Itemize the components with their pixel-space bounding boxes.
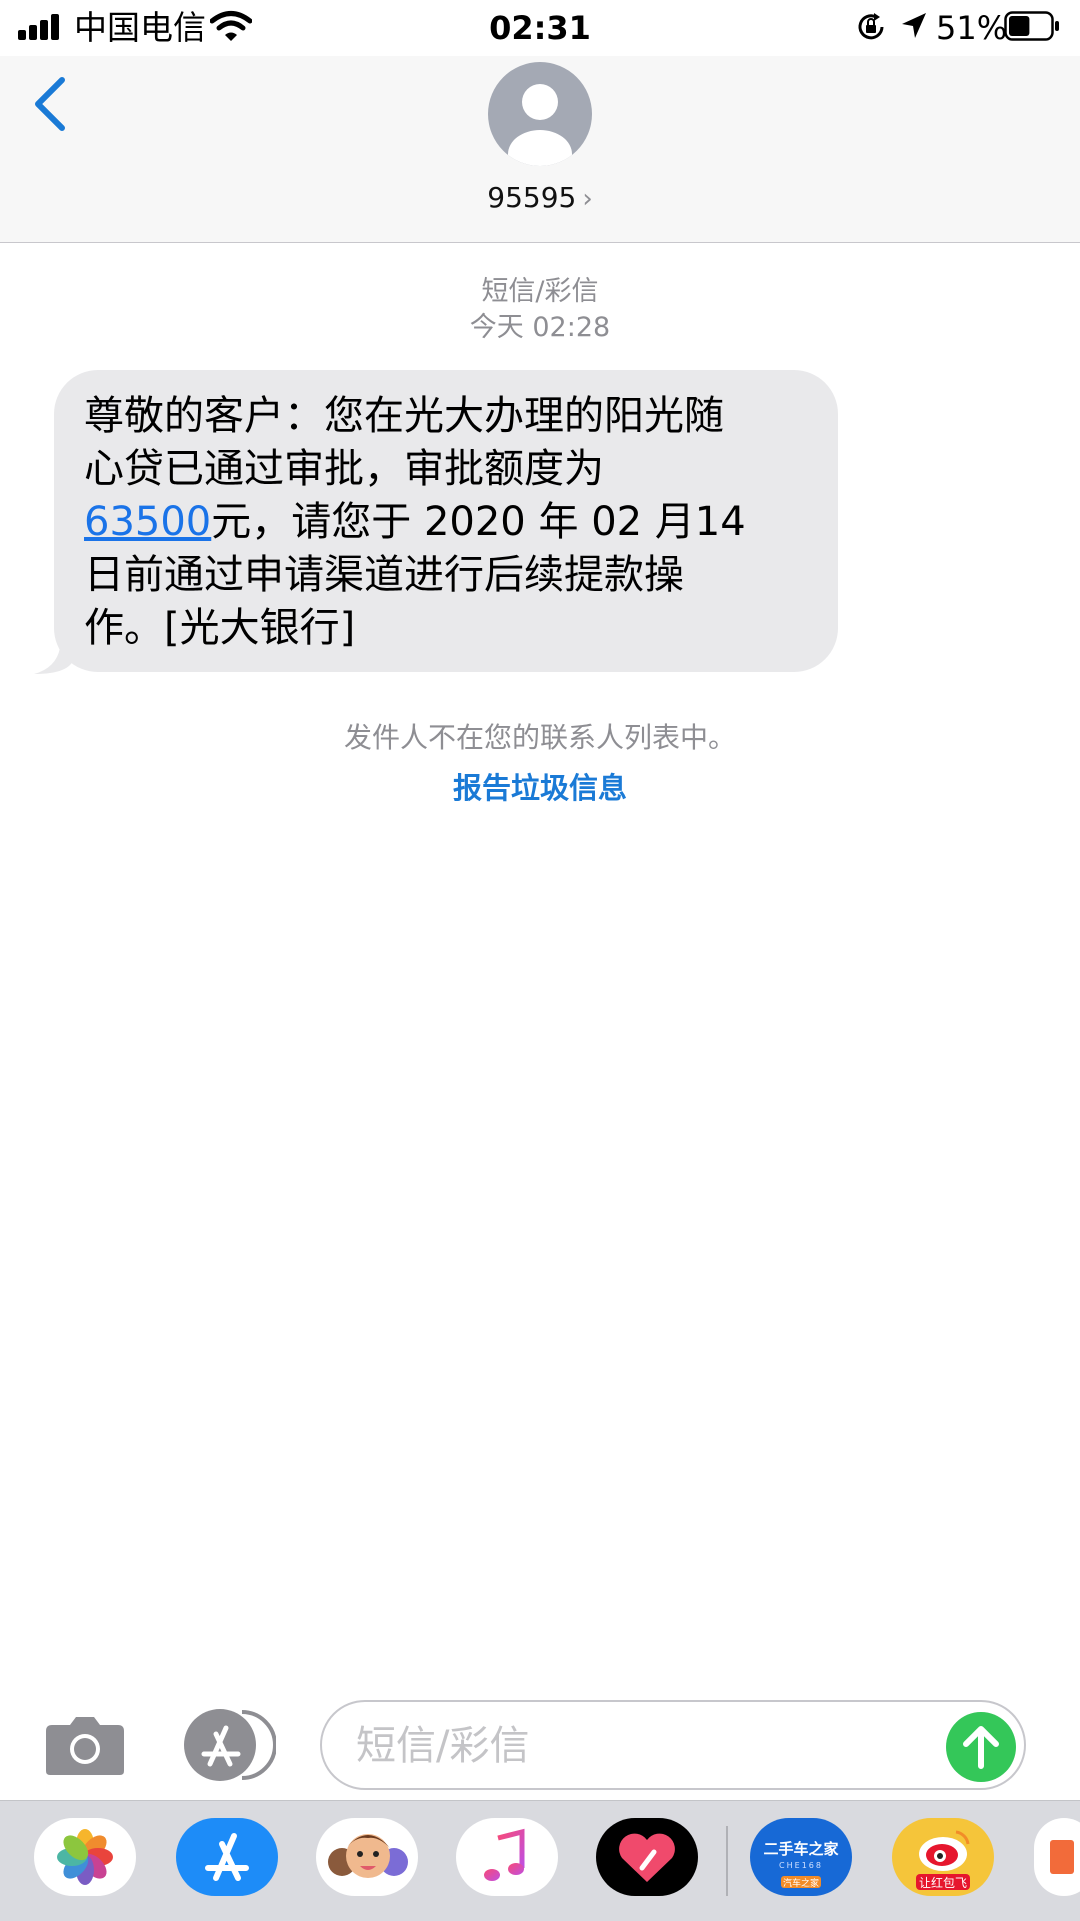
message-input[interactable] — [354, 1716, 918, 1776]
battery-icon — [1004, 11, 1059, 41]
che168-title: 二手车之家 — [763, 1840, 838, 1858]
back-chevron-icon[interactable] — [28, 74, 72, 134]
app-store-icon[interactable] — [180, 1706, 276, 1784]
contact-avatar-icon[interactable] — [488, 62, 592, 166]
location-icon — [902, 13, 926, 38]
rotation-lock-icon — [858, 13, 884, 40]
music-app-icon[interactable] — [456, 1818, 558, 1896]
drawer-divider — [726, 1826, 728, 1896]
digital-touch-app-icon[interactable] — [596, 1818, 698, 1896]
message-timestamp: 今天 02:28 — [469, 312, 611, 343]
weibo-banner: 让红包飞 — [919, 1875, 967, 1890]
battery-percent: 51% — [936, 9, 1008, 47]
send-arrow-icon[interactable] — [946, 1712, 1016, 1782]
message-line: 日前通过申请渠道进行后续提款操 — [84, 552, 684, 598]
partial-app-icon[interactable] — [1034, 1818, 1080, 1896]
chevron-right-icon: › — [582, 184, 593, 214]
contact-name[interactable]: 95595 › — [0, 176, 1080, 221]
message-line: 63500元，请您于 2020 年 02 月14 — [84, 499, 746, 545]
camera-icon[interactable] — [44, 1715, 126, 1777]
message-type-label: 短信/彩信 — [481, 276, 599, 307]
amount-link[interactable]: 63500 — [84, 499, 211, 545]
status-bar: 中国电信 02:31 51% — [0, 0, 1080, 56]
che168-subtitle: CHE168 — [779, 1861, 823, 1870]
che168-badge: 汽车之家 — [783, 1877, 819, 1889]
incoming-message-bubble[interactable]: 尊敬的客户：您在光大办理的阳光随 心贷已通过审批，审批额度为 63500元，请您… — [54, 370, 838, 672]
photos-app-icon[interactable] — [34, 1818, 136, 1896]
che168-app-icon[interactable]: 二手车之家 CHE168 汽车之家 — [750, 1818, 852, 1896]
message-line: 尊敬的客户：您在光大办理的阳光随 — [84, 393, 724, 439]
report-junk-link[interactable]: 报告垃圾信息 — [0, 768, 1080, 808]
memoji-app-icon[interactable] — [316, 1818, 418, 1896]
app-store-app-icon[interactable] — [176, 1818, 278, 1896]
message-line: 作。[光大银行] — [84, 605, 356, 651]
weibo-app-icon[interactable]: 让红包飞 — [892, 1818, 994, 1896]
message-line: 心贷已通过审批，审批额度为 — [84, 446, 604, 492]
message-input-field[interactable] — [320, 1700, 1026, 1790]
unknown-sender-notice: 发件人不在您的联系人列表中。 — [343, 721, 736, 754]
